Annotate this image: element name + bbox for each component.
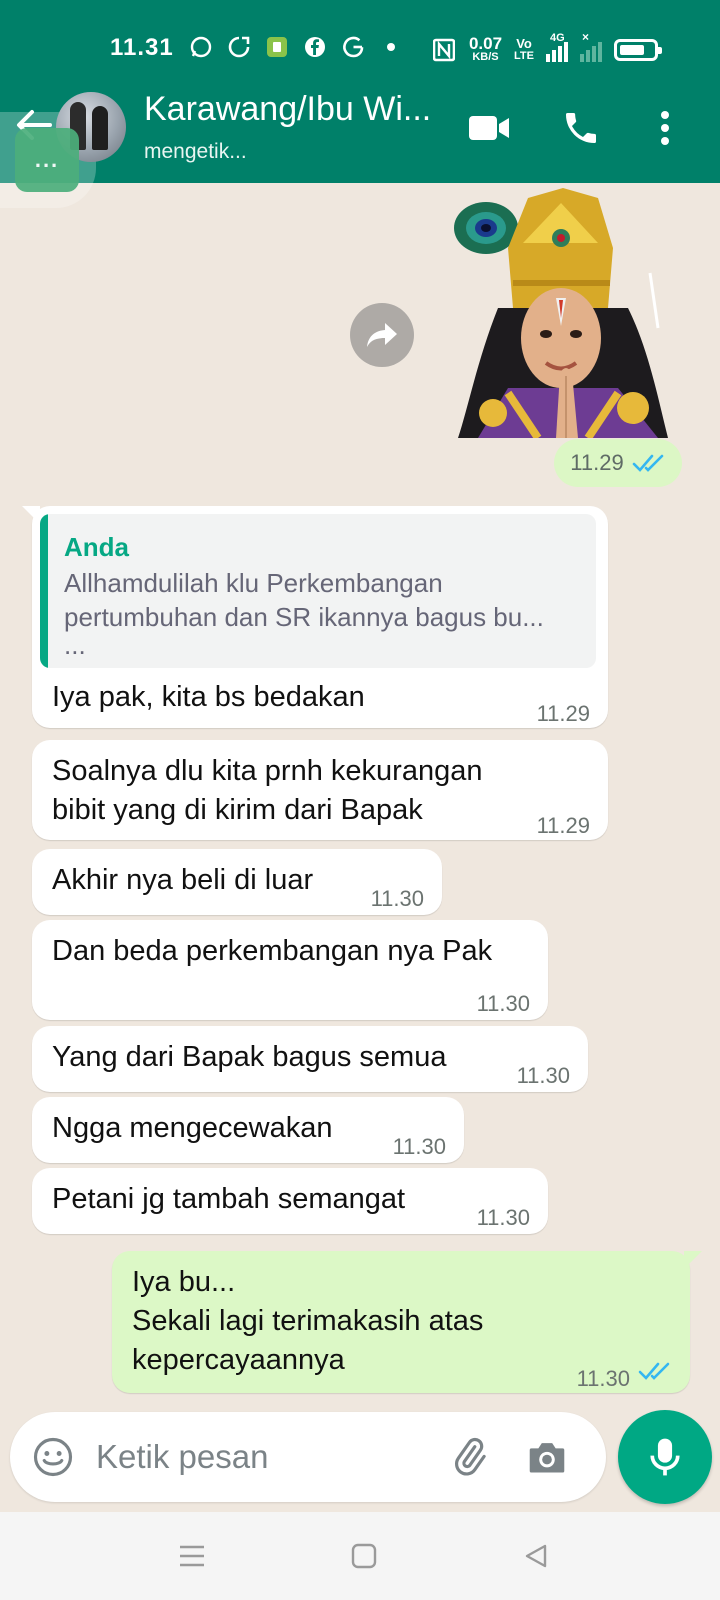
home-icon[interactable] bbox=[344, 1538, 384, 1574]
quoted-line: Allhamdulilah klu Perkembangan bbox=[64, 568, 443, 598]
paperclip-icon[interactable] bbox=[446, 1434, 492, 1480]
message-bubble[interactable]: Petani jg tambah semangat 11.30 bbox=[32, 1168, 548, 1234]
voice-record-button[interactable] bbox=[618, 1410, 712, 1504]
chat-area[interactable]: 11.29 Anda Allhamdulilah klu Perkembanga… bbox=[0, 183, 720, 1410]
volte-bottom: LTE bbox=[514, 49, 534, 62]
signal-2-icon: × bbox=[580, 30, 602, 62]
sticker-time: 11.29 bbox=[570, 450, 624, 475]
more-vert-icon[interactable] bbox=[650, 106, 680, 150]
message-text: Akhir nya beli di luar bbox=[52, 864, 314, 896]
forward-icon bbox=[367, 323, 397, 347]
message-time: 11.30 bbox=[576, 1366, 630, 1391]
message-text: Iya pak, kita bs bedakan bbox=[52, 681, 365, 713]
message-bubble[interactable]: Yang dari Bapak bagus semua 11.30 bbox=[32, 1026, 588, 1092]
message-line: Iya bu... bbox=[132, 1266, 236, 1298]
message-text: Yang dari Bapak bagus semua bbox=[52, 1041, 447, 1073]
battery-icon bbox=[614, 38, 662, 61]
quoted-author: Anda bbox=[64, 532, 129, 562]
message-line: Sekali lagi terimakasih atas bbox=[132, 1305, 484, 1337]
volte-top: Vo bbox=[516, 35, 532, 51]
quoted-line: pertumbuhan dan SR ikannya bagus bu... bbox=[64, 602, 544, 632]
message-line: kepercayaannya bbox=[132, 1344, 345, 1376]
read-ticks-icon bbox=[632, 454, 664, 472]
contact-status: mengetik... bbox=[144, 140, 247, 163]
message-input[interactable]: Ketik pesan bbox=[96, 1438, 268, 1476]
message-bubble[interactable]: Ngga mengecewakan 11.30 bbox=[32, 1097, 464, 1163]
sticker-timestamp: 11.29 bbox=[554, 439, 682, 487]
phone-call-icon[interactable] bbox=[556, 106, 606, 150]
system-nav-bar bbox=[0, 1512, 720, 1600]
message-time: 11.29 bbox=[536, 701, 590, 726]
video-call-icon[interactable] bbox=[464, 106, 514, 150]
mic-icon bbox=[650, 1438, 680, 1476]
message-text: Petani jg tambah semangat bbox=[52, 1183, 406, 1215]
back-nav-icon[interactable] bbox=[516, 1538, 556, 1574]
status-bar: 11.31 0.07 KB/S Vo LTE 4G × bbox=[0, 28, 720, 68]
app-header: 11.31 0.07 KB/S Vo LTE 4G × ... Karawang… bbox=[0, 0, 720, 208]
signal-1-icon: 4G bbox=[546, 32, 568, 62]
message-time: 11.30 bbox=[370, 886, 424, 911]
recent-apps-icon[interactable] bbox=[172, 1538, 212, 1574]
message-line: Soalnya dlu kita prnh kekurangan bbox=[52, 755, 483, 787]
sticker-image[interactable] bbox=[438, 188, 684, 441]
message-time: 11.30 bbox=[516, 1063, 570, 1088]
message-time: 11.30 bbox=[392, 1134, 446, 1159]
typing-dots: ... bbox=[34, 147, 60, 172]
message-composer[interactable]: Ketik pesan bbox=[10, 1412, 606, 1502]
sync-notif-icon bbox=[226, 34, 252, 60]
app-notif-icon bbox=[264, 34, 290, 60]
message-bubble[interactable]: Anda Allhamdulilah klu Perkembangan pert… bbox=[22, 506, 608, 728]
net-speed: 0.07 KB/S bbox=[468, 34, 503, 63]
emoji-icon[interactable] bbox=[30, 1434, 76, 1480]
quoted-text: Allhamdulilah klu Perkembangan pertumbuh… bbox=[64, 566, 584, 660]
message-text: Ngga mengecewakan bbox=[52, 1112, 333, 1144]
net-speed-unit: KB/S bbox=[472, 51, 499, 63]
message-text: Soalnya dlu kita prnh kekurangan bibit y… bbox=[52, 752, 482, 830]
google-notif-icon bbox=[340, 34, 366, 60]
more-notif-dot-icon bbox=[378, 34, 404, 60]
forward-button[interactable] bbox=[350, 303, 414, 367]
message-time: 11.30 bbox=[476, 1205, 530, 1230]
message-text: Iya bu... Sekali lagi terimakasih atas k… bbox=[132, 1263, 483, 1380]
message-time: 11.30 bbox=[476, 991, 530, 1016]
whatsapp-notif-icon bbox=[188, 34, 214, 60]
message-bubble[interactable]: Soalnya dlu kita prnh kekurangan bibit y… bbox=[32, 740, 608, 840]
quoted-message[interactable]: Anda Allhamdulilah klu Perkembangan pert… bbox=[40, 514, 596, 668]
camera-icon[interactable] bbox=[524, 1434, 570, 1480]
message-bubble[interactable]: Akhir nya beli di luar 11.30 bbox=[32, 849, 442, 915]
system-indicators: 0.07 KB/S Vo LTE 4G × bbox=[431, 30, 662, 63]
status-time: 11.31 bbox=[110, 34, 174, 61]
facebook-notif-icon bbox=[302, 34, 328, 60]
net-speed-value: 0.07 bbox=[468, 34, 503, 53]
contact-name[interactable]: Karawang/Ibu Wi... bbox=[144, 90, 444, 129]
message-line: bibit yang di kirim dari Bapak bbox=[52, 794, 423, 826]
nfc-icon bbox=[431, 37, 457, 63]
network-type: 4G bbox=[550, 31, 565, 44]
quoted-line: ... bbox=[64, 630, 86, 660]
notification-icons bbox=[188, 34, 404, 60]
message-bubble[interactable]: Dan beda perkembangan nya Pak 11.30 bbox=[32, 920, 548, 1020]
message-text: Dan beda perkembangan nya Pak bbox=[52, 935, 493, 967]
message-bubble-outgoing[interactable]: Iya bu... Sekali lagi terimakasih atas k… bbox=[112, 1251, 702, 1393]
read-ticks-icon bbox=[638, 1362, 670, 1380]
message-time: 11.29 bbox=[536, 813, 590, 838]
volte-indicator: Vo LTE bbox=[514, 35, 534, 62]
